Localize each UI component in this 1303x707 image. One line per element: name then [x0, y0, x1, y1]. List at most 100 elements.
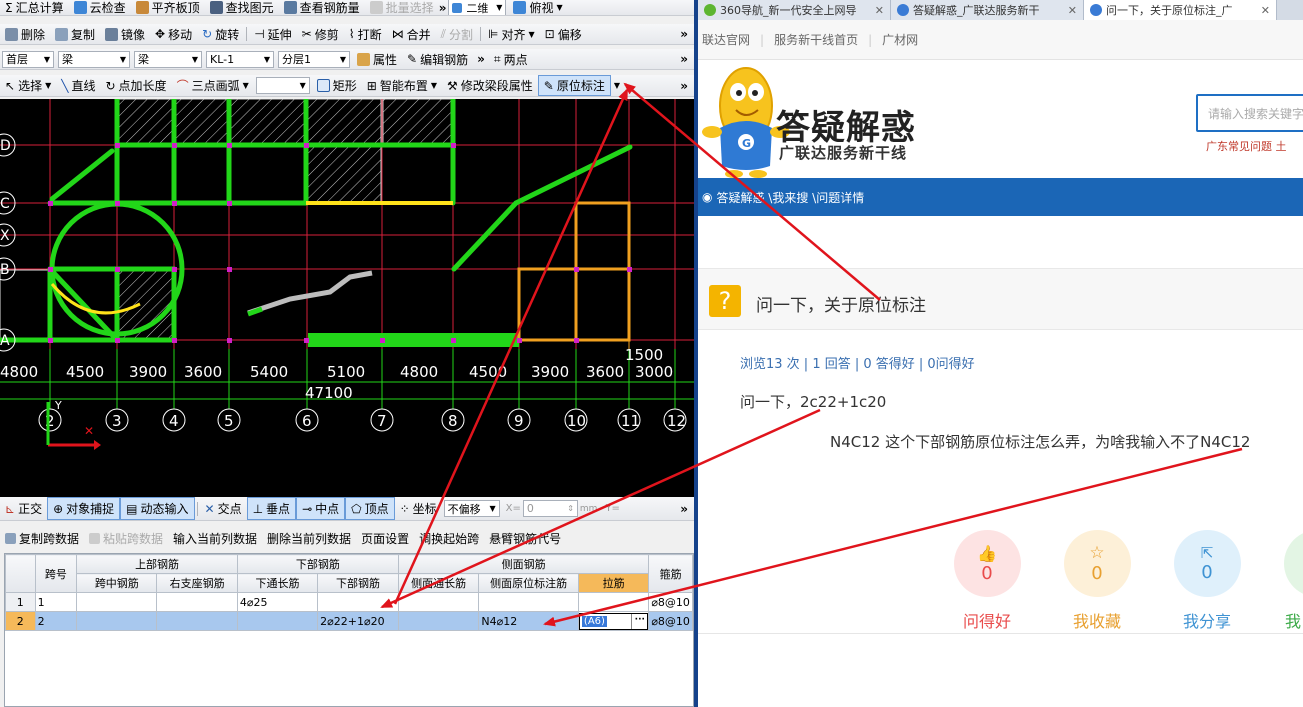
tie-input[interactable]: (A6) ···	[579, 612, 648, 630]
header-quick-links[interactable]: 广东常见问题 土	[1206, 138, 1287, 154]
nav-link-material[interactable]: 广材网	[882, 31, 918, 48]
cell-bottom-through[interactable]: 4⌀25	[236, 592, 319, 612]
three-point-arc-button[interactable]: ⌒ 三点画弧 ▼	[172, 75, 254, 96]
smart-layout-button[interactable]: ⊞ 智能布置 ▼	[362, 75, 442, 96]
view-2d-select[interactable]: 二维 ▼	[448, 0, 507, 15]
cell-side-through[interactable]	[397, 611, 480, 631]
offset-button[interactable]: ⊡ 偏移	[540, 24, 587, 44]
table-row[interactable]: 1 1 4⌀25 ⌀8@10	[5, 592, 693, 612]
cell-side-in-situ[interactable]	[478, 592, 579, 612]
cell-bottom-through[interactable]	[236, 611, 319, 631]
batch-select-button[interactable]: 批量选择	[365, 0, 439, 15]
more-chevron-icon[interactable]: »	[680, 52, 694, 66]
tab-qa-home[interactable]: 答疑解惑_广联达服务新干 ✕	[891, 0, 1084, 20]
cell-tie[interactable]	[577, 592, 650, 612]
cell-stirrup[interactable]: ⌀8@10	[648, 611, 693, 631]
view-rebar-qty-button[interactable]: 查看钢筋量	[279, 0, 365, 15]
swap-start-span-button[interactable]: 调换起始跨	[414, 529, 484, 547]
align-slab-top-button[interactable]: 平齐板顶	[131, 0, 205, 15]
cell-mid[interactable]	[76, 592, 158, 612]
more-action-button[interactable]: 我	[1277, 530, 1303, 632]
trim-button[interactable]: ✂ 修剪	[297, 24, 344, 44]
more-chevron-icon[interactable]: »	[680, 502, 694, 516]
rotate-button[interactable]: ↻ 旋转	[197, 24, 244, 44]
close-icon[interactable]: ✕	[1261, 4, 1270, 17]
input-column-data-button[interactable]: 输入当前列数据	[168, 529, 262, 547]
coordinate-toggle[interactable]: ⁘ 坐标	[395, 497, 442, 520]
break-button[interactable]: ⌇ 打断	[344, 24, 387, 44]
rectangle-button[interactable]: 矩形	[312, 75, 362, 96]
top-view-select[interactable]: 俯视 ▼	[508, 0, 567, 15]
perpendicular-snap[interactable]: ⊥ 垂点	[246, 497, 297, 520]
summary-calc-button[interactable]: Σ 汇总计算	[0, 0, 69, 16]
nav-link-service-home[interactable]: 服务新干线首页	[774, 31, 858, 48]
dropdown-arrow-icon[interactable]: ▼	[611, 81, 623, 90]
in-situ-annotation-button[interactable]: ✎ 原位标注	[537, 75, 611, 96]
copy-span-data-button[interactable]: 复制跨数据	[0, 529, 84, 547]
object-snap-toggle[interactable]: ⊕ 对象捕捉	[47, 497, 121, 520]
extend-button[interactable]: ⊣ 延伸	[249, 24, 296, 44]
tab-question[interactable]: 问一下，关于原位标注_广 ✕	[1084, 0, 1277, 20]
drawing-canvas[interactable]: D C X B A 4800 4500 3900 3600 5400 5100 …	[0, 96, 694, 497]
cell-bottom[interactable]: 2⌀22+1⌀20	[317, 611, 399, 631]
delete-column-data-button[interactable]: 删除当前列数据	[262, 529, 356, 547]
floor-select[interactable]: 首层 ▼	[2, 50, 54, 68]
line-button[interactable]: ╲ 直线	[56, 75, 100, 96]
more-chevron-icon[interactable]: »	[439, 1, 447, 15]
cell-side-in-situ[interactable]: N4⌀12	[478, 611, 579, 631]
cell-mid[interactable]	[76, 611, 158, 631]
table-row-selected[interactable]: 2 2 2⌀22+1⌀20 N4⌀12 (A6) ··· ⌀8@10	[5, 611, 693, 631]
page-setup-button[interactable]: 页面设置	[356, 529, 414, 547]
layer-select[interactable]: 分层1 ▼	[278, 50, 350, 68]
point-length-button[interactable]: ↻ 点加长度	[100, 75, 171, 96]
cell-stirrup[interactable]: ⌀8@10	[648, 592, 693, 612]
two-point-button[interactable]: ⌗ 两点	[489, 49, 533, 69]
tab-360-nav[interactable]: 360导航_新一代安全上网导 ✕	[698, 0, 891, 20]
share-button[interactable]: ⇱ 0 我分享	[1167, 530, 1247, 632]
mirror-button[interactable]: 镜像	[100, 24, 150, 44]
vertex-snap[interactable]: ⬠ 顶点	[345, 497, 395, 520]
more-chevron-icon[interactable]: »	[680, 27, 694, 41]
modify-beam-span-button[interactable]: ⚒ 修改梁段属性	[442, 75, 538, 96]
cloud-check-button[interactable]: 云检查	[69, 0, 131, 15]
move-button[interactable]: ✥ 移动	[150, 24, 197, 44]
paste-span-data-button[interactable]: 粘贴跨数据	[84, 529, 168, 547]
intersection-snap[interactable]: ✕ 交点	[200, 497, 247, 520]
breadcrumb[interactable]: 答疑解惑 \我来搜 \问题详情	[716, 189, 864, 206]
delete-button[interactable]: 删除	[0, 24, 50, 44]
select-button[interactable]: ↖ 选择 ▼	[0, 75, 56, 96]
element-select[interactable]: KL-1 ▼	[206, 50, 274, 68]
cell-right[interactable]	[156, 611, 238, 631]
ortho-toggle[interactable]: ⊾ 正交	[0, 497, 47, 520]
cell-span[interactable]: 1	[34, 592, 78, 612]
cell-right[interactable]	[156, 592, 238, 612]
ellipsis-button[interactable]: ···	[631, 613, 647, 629]
align-button[interactable]: ⊫ 对齐 ▼	[483, 24, 540, 44]
cell-bottom[interactable]	[317, 592, 399, 612]
ask-good-button[interactable]: 👍 0 问得好	[947, 530, 1027, 632]
category-select[interactable]: 梁 ▼	[58, 50, 130, 68]
cell-tie-editing[interactable]: (A6) ···	[577, 611, 650, 631]
cell-side-through[interactable]	[397, 592, 480, 612]
cantilever-code-button[interactable]: 悬臂钢筋代号	[484, 529, 566, 547]
merge-button[interactable]: ⋈ 合并	[387, 24, 436, 44]
x-input[interactable]: 0 ⇕	[522, 500, 578, 517]
collect-button[interactable]: ☆ 0 我收藏	[1057, 530, 1137, 632]
search-input[interactable]: 请输入搜索关键字	[1196, 94, 1303, 132]
draw-mode-select[interactable]: ▼	[255, 77, 310, 94]
close-icon[interactable]: ✕	[875, 4, 884, 17]
nav-link-official[interactable]: 联达官网	[702, 31, 750, 48]
close-icon[interactable]: ✕	[1068, 4, 1077, 17]
split-button[interactable]: ⫽ 分割	[436, 24, 478, 44]
attribute-button[interactable]: 属性	[352, 49, 402, 69]
offset-mode-select[interactable]: 不偏移 ▼	[443, 500, 500, 517]
cell-span[interactable]: 2	[34, 611, 78, 631]
copy-button[interactable]: 复制	[50, 24, 100, 44]
midpoint-snap[interactable]: ⊸ 中点	[296, 497, 346, 520]
more-chevron-icon[interactable]: »	[473, 52, 489, 66]
more-chevron-icon[interactable]: »	[680, 79, 694, 93]
edit-rebar-button[interactable]: ✎ 编辑钢筋	[402, 49, 473, 69]
subtype-select[interactable]: 梁 ▼	[134, 50, 202, 68]
find-element-button[interactable]: 查找图元	[205, 0, 279, 15]
dynamic-input-toggle[interactable]: ▤ 动态输入	[120, 497, 195, 520]
